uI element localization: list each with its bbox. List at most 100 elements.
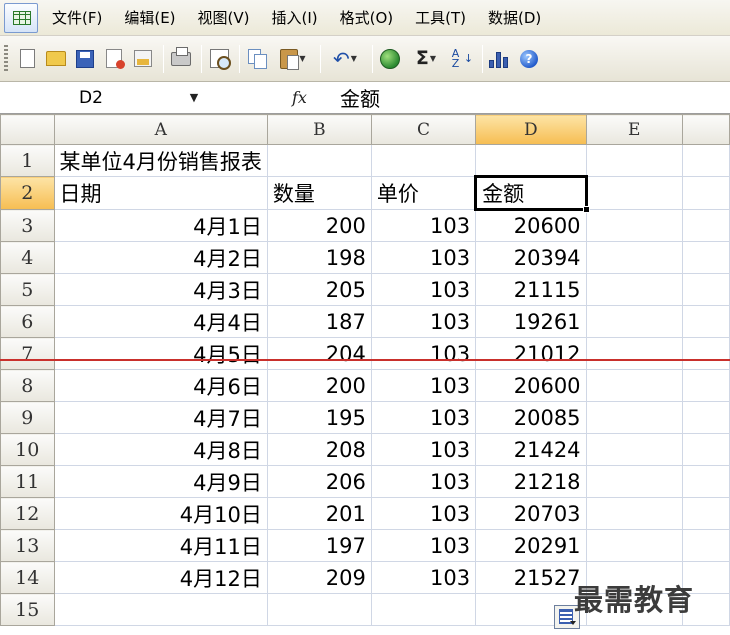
cell-e2[interactable] — [585, 176, 683, 210]
cell-unit-price[interactable]: 103 — [370, 433, 477, 466]
sort-ascending-button[interactable]: A Z ↓ — [449, 45, 475, 73]
cell-date[interactable]: 4月4日 — [53, 305, 268, 338]
cell-e1[interactable] — [585, 144, 683, 177]
cell-empty[interactable] — [681, 433, 730, 466]
cell-unit-price[interactable]: 103 — [370, 401, 477, 434]
cell-empty[interactable] — [585, 305, 683, 338]
cell-unit-price[interactable]: 103 — [370, 337, 477, 370]
cell-quantity[interactable]: 195 — [266, 401, 372, 434]
cell-empty[interactable] — [585, 209, 683, 242]
menu-view[interactable]: 视图(V) — [198, 7, 250, 28]
row-header[interactable]: 6 — [0, 305, 55, 338]
cell-date[interactable]: 4月3日 — [53, 273, 268, 306]
cell-amount[interactable]: 21527 — [475, 561, 587, 594]
cell-amount[interactable]: 21012 — [475, 337, 587, 370]
cell-date[interactable]: 4月10日 — [53, 497, 268, 530]
row-header[interactable]: 15 — [0, 593, 55, 626]
cell-empty[interactable] — [585, 337, 683, 370]
menu-edit[interactable]: 编辑(E) — [124, 7, 175, 28]
cell-empty[interactable] — [53, 593, 268, 626]
row-header[interactable]: 8 — [0, 369, 55, 402]
cell-empty[interactable] — [585, 241, 683, 274]
cell-empty[interactable] — [585, 529, 683, 562]
cell-amount[interactable]: 20600 — [475, 209, 587, 242]
chevron-down-icon[interactable]: ▼ — [183, 86, 205, 110]
active-cell-d2[interactable]: 金额 — [474, 175, 590, 213]
cell-amount[interactable]: 20291 — [475, 529, 587, 562]
save-button[interactable] — [72, 45, 98, 73]
cell-amount[interactable]: 19261 — [475, 305, 587, 338]
help-button[interactable]: ? — [516, 45, 542, 73]
row-header[interactable]: 3 — [0, 209, 55, 242]
cell-b1[interactable] — [266, 144, 372, 177]
cell-amount[interactable]: 20600 — [475, 369, 587, 402]
cell-d1[interactable] — [475, 144, 587, 177]
cell-date[interactable]: 4月9日 — [53, 465, 268, 498]
cell-unit-price[interactable]: 103 — [370, 561, 477, 594]
fill-handle[interactable] — [582, 206, 590, 213]
row-header[interactable]: 12 — [0, 497, 55, 530]
cell-b2[interactable]: 数量 — [266, 176, 372, 210]
cell-empty[interactable] — [681, 369, 730, 402]
cell-quantity[interactable]: 187 — [266, 305, 372, 338]
column-header-f[interactable] — [681, 114, 730, 145]
email-button[interactable] — [130, 45, 156, 73]
insert-function-icon[interactable]: fx — [292, 88, 332, 107]
cell-empty[interactable] — [681, 401, 730, 434]
name-box-value[interactable]: D2 — [3, 88, 183, 108]
cell-empty[interactable] — [585, 369, 683, 402]
autosum-button[interactable]: Σ ▼ — [406, 45, 446, 73]
formula-input[interactable]: 金额 — [332, 83, 730, 112]
row-header[interactable]: 4 — [0, 241, 55, 274]
chart-wizard-button[interactable] — [487, 45, 513, 73]
cell-unit-price[interactable]: 103 — [370, 305, 477, 338]
cell-quantity[interactable]: 201 — [266, 497, 372, 530]
column-header-d[interactable]: D — [475, 114, 587, 145]
hyperlink-button[interactable] — [377, 45, 403, 73]
cell-date[interactable]: 4月11日 — [53, 529, 268, 562]
cell-empty[interactable] — [681, 497, 730, 530]
new-button[interactable] — [14, 45, 40, 73]
column-header-b[interactable]: B — [266, 114, 372, 145]
cell-quantity[interactable]: 198 — [266, 241, 372, 274]
cell-empty[interactable] — [681, 241, 730, 274]
workbook-icon[interactable] — [4, 2, 38, 33]
cell-unit-price[interactable]: 103 — [370, 209, 477, 242]
cell-date[interactable]: 4月1日 — [53, 209, 268, 242]
cell-date[interactable]: 4月7日 — [53, 401, 268, 434]
row-header[interactable]: 1 — [0, 144, 55, 177]
cell-date[interactable]: 4月12日 — [53, 561, 268, 594]
cell-c2[interactable]: 单价 — [370, 176, 477, 210]
row-header[interactable]: 7 — [0, 337, 55, 370]
cell-date[interactable]: 4月6日 — [53, 369, 268, 402]
cell-quantity[interactable]: 200 — [266, 369, 372, 402]
undo-button[interactable]: ↶ ▼ — [325, 45, 365, 73]
cell-quantity[interactable]: 200 — [266, 209, 372, 242]
cell-amount[interactable]: 20394 — [475, 241, 587, 274]
cell-date[interactable]: 4月2日 — [53, 241, 268, 274]
column-header-e[interactable]: E — [585, 114, 683, 145]
row-header[interactable]: 13 — [0, 529, 55, 562]
name-box[interactable]: D2 ▼ — [2, 84, 210, 111]
cell-unit-price[interactable]: 103 — [370, 369, 477, 402]
cell-unit-price[interactable]: 103 — [370, 241, 477, 274]
cell-quantity[interactable]: 206 — [266, 465, 372, 498]
print-button[interactable] — [168, 45, 194, 73]
toolbar-grip[interactable] — [4, 44, 8, 73]
cell-empty[interactable] — [585, 273, 683, 306]
copy-button[interactable] — [244, 45, 270, 73]
cell-empty[interactable] — [585, 433, 683, 466]
cell-empty[interactable] — [370, 593, 477, 626]
cell-quantity[interactable]: 204 — [266, 337, 372, 370]
menu-tools[interactable]: 工具(T) — [415, 7, 466, 28]
cell-unit-price[interactable]: 103 — [370, 465, 477, 498]
cell-empty[interactable] — [585, 401, 683, 434]
cell-unit-price[interactable]: 103 — [370, 273, 477, 306]
paste-button[interactable]: ▼ — [273, 45, 313, 73]
cell-quantity[interactable]: 205 — [266, 273, 372, 306]
row-header[interactable]: 2 — [0, 176, 55, 210]
cell-empty[interactable] — [585, 465, 683, 498]
cell-empty[interactable] — [681, 465, 730, 498]
cell-amount[interactable]: 20085 — [475, 401, 587, 434]
row-header[interactable]: 9 — [0, 401, 55, 434]
